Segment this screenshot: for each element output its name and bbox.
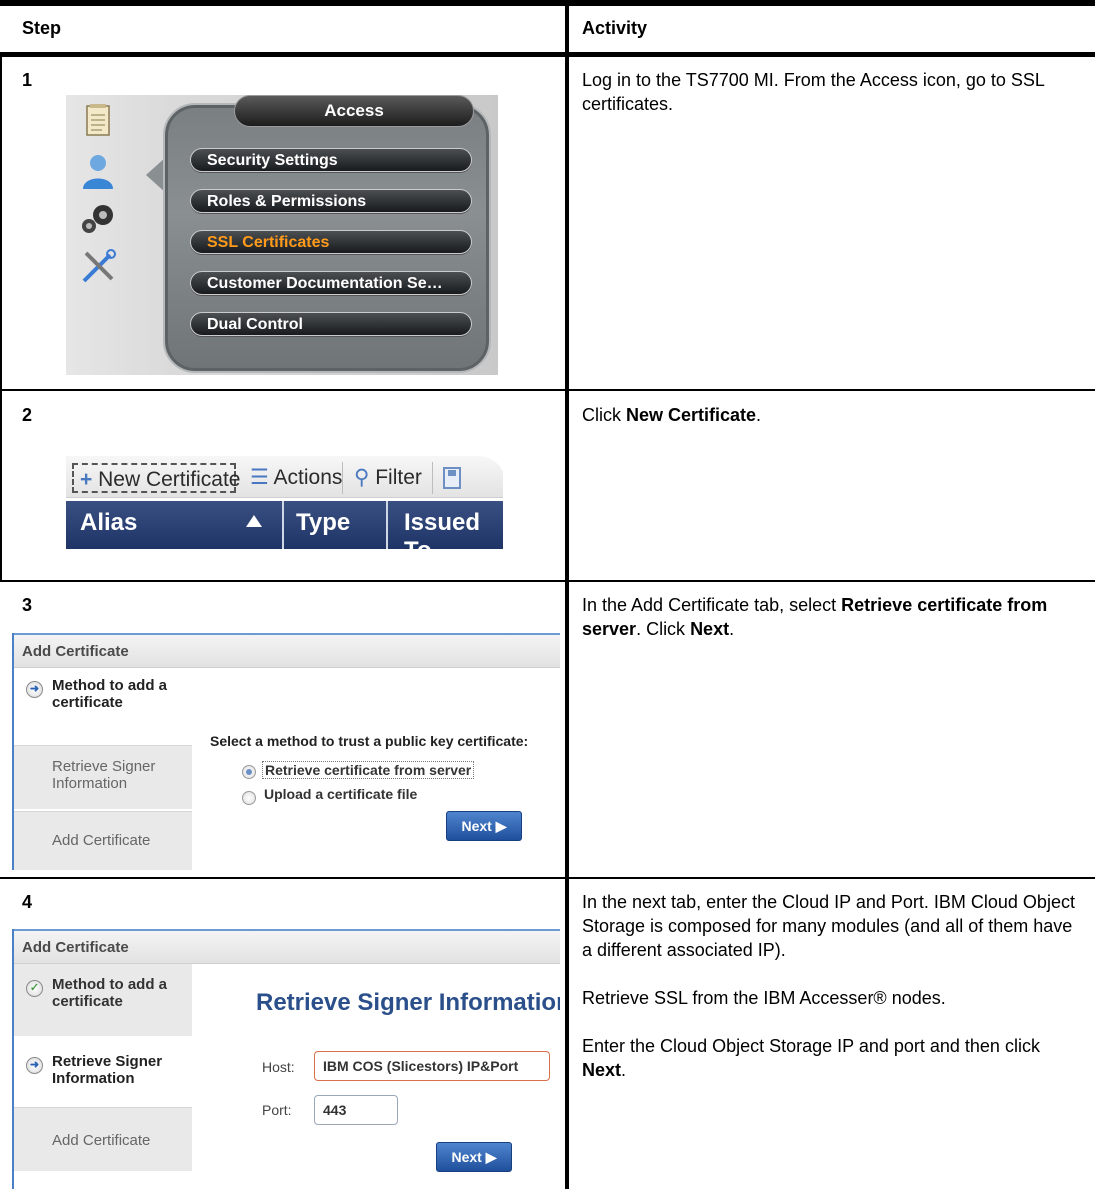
filter-label: Filter <box>375 466 422 489</box>
toolbar-separator <box>432 462 433 494</box>
policies-icon[interactable] <box>78 101 118 141</box>
add-certificate-dialog: Add Certificate ➜ Method to add a certif… <box>12 633 560 870</box>
column-divider <box>386 501 388 549</box>
activity-text: In the Add Certificate tab, select Retri… <box>582 595 1048 639</box>
radio-retrieve-certificate[interactable] <box>242 765 256 779</box>
next-button[interactable]: Next ▶ <box>446 811 522 841</box>
wizard-step-method[interactable]: ✓ Method to add a certificate <box>14 964 192 1036</box>
port-label: Port: <box>262 1102 292 1118</box>
save-icon[interactable] <box>442 466 462 490</box>
column-header-step: Step <box>22 18 62 38</box>
next-button[interactable]: Next ▶ <box>436 1142 512 1172</box>
wizard-step-label: Retrieve Signer Information <box>52 1053 163 1087</box>
access-menu-screenshot: Access Security Settings Roles & Permiss… <box>66 95 498 375</box>
step-number: 1 <box>22 70 33 90</box>
radio-upload-certificate[interactable] <box>242 791 256 805</box>
column-type[interactable]: Type <box>296 509 350 537</box>
wizard-step-method[interactable]: ➜ Method to add a certificate <box>14 677 192 737</box>
menu-item-roles-permissions[interactable]: Roles & Permissions <box>190 189 472 213</box>
activity-paragraph: Log in to the TS7700 MI. From the Access… <box>582 70 1045 114</box>
menu-item-customer-documentation[interactable]: Customer Documentation Se… <box>190 271 472 295</box>
actions-button[interactable]: ☰ Actions <box>250 463 342 493</box>
wizard-step-label: Method to add a certificate <box>52 976 167 1010</box>
activity-paragraph: In the next tab, enter the Cloud IP and … <box>582 892 1075 960</box>
wizard-step-label: Method to add a certificate <box>52 677 167 711</box>
new-certificate-button[interactable]: + New Certificate <box>72 463 241 493</box>
table-header: Alias Type Issued To <box>66 501 503 551</box>
sort-ascending-icon[interactable] <box>246 515 262 527</box>
search-icon: ⚲ <box>354 466 370 489</box>
add-certificate-dialog: Add Certificate ✓ Method to add a certif… <box>12 929 560 1189</box>
column-issued-to[interactable]: Issued To <box>404 509 503 551</box>
option-upload-label[interactable]: Upload a certificate file <box>264 786 417 802</box>
dialog-title: Add Certificate <box>14 633 560 668</box>
row-divider <box>0 580 1095 582</box>
user-icon[interactable] <box>78 151 118 191</box>
table-left-border <box>0 57 2 389</box>
retrieve-signer-heading: Retrieve Signer Information <box>256 989 560 1016</box>
option-retrieve-label[interactable]: Retrieve certificate from server <box>262 761 475 779</box>
activity-text: Log in to the TS7700 MI. From the Access… <box>582 68 1082 140</box>
wizard-step-retrieve[interactable]: ➜ Retrieve Signer Information <box>14 1053 192 1109</box>
host-input[interactable]: IBM COS (Slicestors) IP&Port <box>314 1051 550 1081</box>
activity-text: In the next tab, enter the Cloud IP and … <box>582 890 1082 1106</box>
list-icon: ☰ <box>250 466 269 489</box>
access-menu-title: Access <box>234 95 474 127</box>
wizard-step-add[interactable]: Add Certificate <box>14 1107 192 1171</box>
settings-gears-icon[interactable] <box>78 199 118 239</box>
method-prompt: Select a method to trust a public key ce… <box>210 733 529 749</box>
menu-item-security-settings[interactable]: Security Settings <box>190 148 472 172</box>
tools-icon[interactable] <box>78 247 118 287</box>
header-divider <box>0 52 1095 57</box>
table-top-border <box>0 0 1095 6</box>
table-left-border <box>0 389 2 580</box>
wizard-step-add[interactable]: Add Certificate <box>14 811 192 870</box>
menu-item-dual-control[interactable]: Dual Control <box>190 312 472 336</box>
new-certificate-label: New Certificate <box>98 468 241 491</box>
plus-icon: + <box>80 468 93 491</box>
activity-text: Click New Certificate. <box>582 405 762 425</box>
certificate-toolbar-screenshot: + New Certificate ☰ Actions ⚲ Filter Ali… <box>66 456 503 551</box>
menu-item-ssl-certificates[interactable]: SSL Certificates <box>190 230 472 254</box>
row-divider <box>0 877 1095 879</box>
step-number: 4 <box>22 892 33 912</box>
port-input[interactable]: 443 <box>314 1095 398 1125</box>
actions-label: Actions <box>273 466 343 489</box>
step-number: 3 <box>22 595 33 615</box>
column-divider <box>282 501 284 549</box>
column-header-activity: Activity <box>582 18 648 38</box>
row-divider <box>0 389 1095 391</box>
host-label: Host: <box>262 1059 295 1075</box>
column-divider <box>565 0 569 1189</box>
arrow-circle-icon: ➜ <box>26 1057 43 1074</box>
filter-button[interactable]: ⚲ Filter <box>354 463 422 493</box>
wizard-step-retrieve[interactable]: Retrieve Signer Information <box>14 745 192 809</box>
dialog-title: Add Certificate <box>14 929 560 964</box>
checkmark-circle-icon: ✓ <box>26 980 43 997</box>
toolbar-separator <box>342 462 343 494</box>
column-alias[interactable]: Alias <box>80 509 137 537</box>
activity-paragraph: Retrieve SSL from the IBM Accesser® node… <box>582 988 946 1008</box>
arrow-circle-icon: ➜ <box>26 681 43 698</box>
step-number: 2 <box>22 405 33 425</box>
